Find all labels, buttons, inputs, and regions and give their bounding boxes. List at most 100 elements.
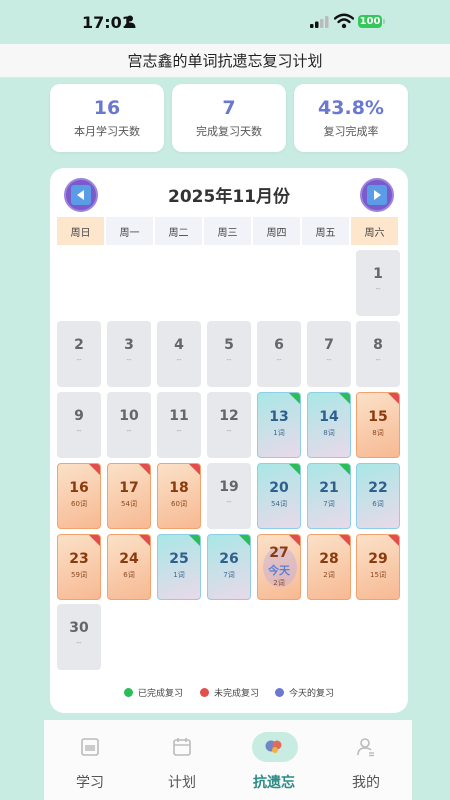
- day-number: 28: [319, 551, 339, 567]
- completed-marker: [289, 464, 300, 475]
- day-words: 6词: [123, 571, 135, 579]
- day-number: 2: [74, 337, 84, 353]
- day-cell-19[interactable]: 19 --: [207, 463, 251, 529]
- green-dot-icon: [124, 688, 133, 697]
- day-words: 6词: [372, 500, 384, 508]
- day-cell-9[interactable]: 9 --: [57, 392, 101, 458]
- blue-dot-icon: [275, 688, 284, 697]
- day-number: 16: [69, 480, 89, 496]
- day-words: --: [326, 356, 332, 364]
- next-month-button[interactable]: [360, 178, 394, 212]
- day-cell-16[interactable]: 16 60词: [57, 463, 101, 529]
- legend-completed: 已完成复习: [124, 686, 183, 699]
- day-words: --: [375, 356, 381, 364]
- day-cell-28[interactable]: 28 2词: [307, 534, 351, 600]
- day-number: 25: [169, 551, 189, 567]
- weekday-mon: 周一: [106, 217, 153, 245]
- calendar-title: 2025年11月份: [168, 187, 290, 207]
- page-header: 宫志鑫的单词抗遗忘复习计划: [0, 44, 450, 78]
- red-dot-icon: [200, 688, 209, 697]
- day-number: 23: [69, 551, 89, 567]
- day-cell-11[interactable]: 11 --: [157, 392, 201, 458]
- stat-value: 7: [222, 97, 236, 119]
- day-number: 5: [224, 337, 234, 353]
- tab-study[interactable]: 学习: [44, 720, 136, 800]
- day-words: --: [76, 639, 82, 647]
- day-words: --: [126, 427, 132, 435]
- day-cell-7[interactable]: 7 --: [307, 321, 351, 387]
- stat-value: 43.8%: [318, 97, 384, 119]
- weekday-sat: 周六: [351, 217, 398, 245]
- day-number: 1: [373, 266, 383, 282]
- day-cell-6[interactable]: 6 --: [257, 321, 301, 387]
- day-cell-21[interactable]: 21 7词: [307, 463, 351, 529]
- day-number: 9: [74, 408, 84, 424]
- legend-label: 已完成复习: [138, 689, 184, 699]
- day-cell-4[interactable]: 4 --: [157, 321, 201, 387]
- day-words: 59词: [71, 571, 87, 579]
- day-cell-17[interactable]: 17 54词: [107, 463, 151, 529]
- day-number: 27: [269, 545, 289, 561]
- day-number: 21: [319, 480, 339, 496]
- day-cell-14[interactable]: 14 8词: [307, 392, 351, 458]
- missed-marker: [339, 535, 350, 546]
- completed-marker: [339, 464, 350, 475]
- day-words: 2词: [323, 571, 335, 579]
- missed-marker: [89, 464, 100, 475]
- day-cell-3[interactable]: 3 --: [107, 321, 151, 387]
- day-words: 60词: [171, 500, 187, 508]
- day-cell-5[interactable]: 5 --: [207, 321, 251, 387]
- day-words: 54词: [271, 500, 287, 508]
- day-cell-1[interactable]: 1 --: [356, 250, 400, 316]
- day-cell-12[interactable]: 12 --: [207, 392, 251, 458]
- day-cell-23[interactable]: 23 59词: [57, 534, 101, 600]
- day-number: 4: [174, 337, 184, 353]
- completed-marker: [239, 535, 250, 546]
- tab-label: 抗遗忘: [253, 775, 295, 791]
- day-words: --: [226, 498, 232, 506]
- day-cell-8[interactable]: 8 --: [356, 321, 400, 387]
- day-cell-18[interactable]: 18 60词: [157, 463, 201, 529]
- day-number: 7: [324, 337, 334, 353]
- day-words: 1词: [173, 571, 185, 579]
- tab-profile[interactable]: 我的: [320, 720, 412, 800]
- day-words: 1词: [273, 429, 285, 437]
- missed-marker: [139, 464, 150, 475]
- day-number: 24: [119, 551, 139, 567]
- book-icon: [81, 738, 99, 756]
- day-cell-13[interactable]: 13 1词: [257, 392, 301, 458]
- battery-icon: 100: [358, 15, 382, 28]
- tab-plan[interactable]: 计划: [136, 720, 228, 800]
- day-cell-22[interactable]: 22 6词: [356, 463, 400, 529]
- tab-anti-forget[interactable]: 抗遗忘: [228, 720, 320, 800]
- status-bar: 17:01 100: [0, 0, 450, 44]
- day-cell-26[interactable]: 26 7词: [207, 534, 251, 600]
- day-words: --: [226, 356, 232, 364]
- day-cell-25[interactable]: 25 1词: [157, 534, 201, 600]
- day-words: --: [76, 356, 82, 364]
- completed-marker: [339, 393, 350, 404]
- missed-marker: [388, 393, 399, 404]
- day-words: 8词: [372, 429, 384, 437]
- weekday-sun: 周日: [57, 217, 104, 245]
- today-label: 今天: [268, 564, 290, 577]
- day-words: 60词: [71, 500, 87, 508]
- day-number: 12: [219, 408, 239, 424]
- day-cell-2[interactable]: 2 --: [57, 321, 101, 387]
- day-cell-30[interactable]: 30 --: [57, 604, 101, 670]
- day-words: --: [76, 427, 82, 435]
- missed-marker: [139, 535, 150, 546]
- day-cell-15[interactable]: 15 8词: [356, 392, 400, 458]
- day-words: --: [276, 356, 282, 364]
- stat-label: 复习完成率: [323, 125, 379, 138]
- legend-today: 今天的复习: [275, 686, 334, 699]
- tab-label: 我的: [352, 775, 380, 791]
- day-cell-24[interactable]: 24 6词: [107, 534, 151, 600]
- day-cell-20[interactable]: 20 54词: [257, 463, 301, 529]
- day-cell-29[interactable]: 29 15词: [356, 534, 400, 600]
- day-cell-27-today[interactable]: 27 今天 2词: [257, 534, 301, 600]
- day-number: 14: [319, 409, 339, 425]
- stat-study-days: 16 本月学习天数: [50, 84, 164, 152]
- day-number: 17: [119, 480, 139, 496]
- day-cell-10[interactable]: 10 --: [107, 392, 151, 458]
